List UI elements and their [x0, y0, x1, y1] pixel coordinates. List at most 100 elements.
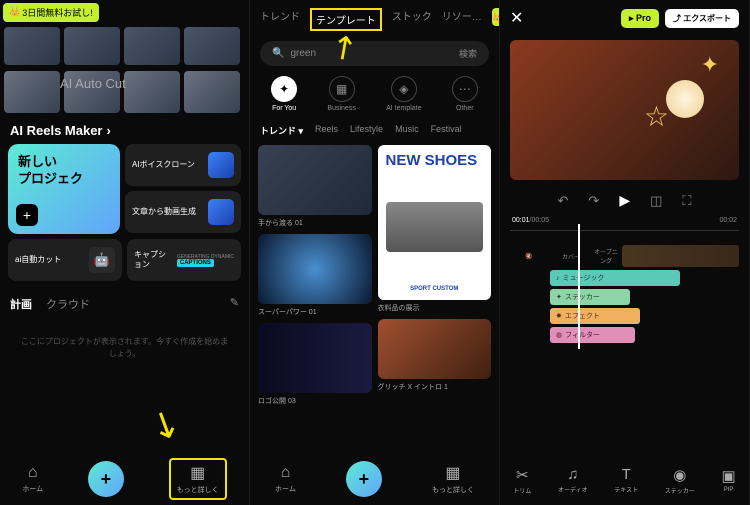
track-effect[interactable]: ✸エフェクト — [550, 308, 640, 324]
cat-ai[interactable]: ◈AI template — [386, 76, 421, 112]
fab-create[interactable]: + — [88, 461, 124, 497]
playhead[interactable] — [578, 224, 580, 349]
filter-festival[interactable]: Festival — [431, 124, 462, 137]
edit-icon[interactable]: ✎ — [230, 296, 239, 312]
template-item[interactable]: ロゴ公開 03 — [258, 323, 372, 406]
cat-foryou[interactable]: ✦For You — [271, 76, 297, 112]
redo-icon[interactable]: ↷ — [588, 193, 599, 209]
thumb[interactable] — [124, 27, 180, 65]
chevron-right-icon: › — [107, 123, 111, 138]
nav-home[interactable]: ⌂ホーム — [22, 464, 43, 494]
plus-icon[interactable]: + — [16, 204, 38, 226]
filter-reels[interactable]: Reels — [315, 124, 338, 137]
project-tabs: 計画 クラウド ✎ — [0, 286, 249, 322]
search-value: green — [290, 48, 316, 59]
thumb[interactable] — [124, 71, 180, 113]
ai-auto-label: AI Auto Cut — [60, 76, 126, 91]
star-icon: ☆ — [644, 100, 669, 133]
search-bar[interactable]: 🔍 green 検索 — [260, 41, 489, 66]
templates-pane: トレンド テンプレート ストック リソー… 👑 🔍 green 検索 ✦For … — [250, 0, 500, 505]
template-grid: 手から渡る 01 スーパーパワー 01 ロゴ公開 03 NEW SHOES SP… — [250, 145, 499, 406]
template-item[interactable]: スーパーパワー 01 — [258, 234, 372, 317]
nav-home[interactable]: ⌂ホーム — [275, 464, 296, 494]
crown-icon[interactable]: 👑 — [492, 8, 499, 26]
thumb[interactable] — [64, 27, 120, 65]
tab-resource[interactable]: リソー… — [442, 8, 482, 31]
crop-icon[interactable]: ◫ — [650, 193, 662, 209]
editor-toolbar: ✂トリム ♫オーディオ Tテキスト ◉ステッカー ▣PIP — [500, 455, 749, 505]
editor-pane: ✕ ▸ Pro ⤴ エクスポート ✦ ☆ ↶ ↷ ▶ ◫ ⛶ 00:01/00:… — [500, 0, 750, 505]
empty-message: ここにプロジェクトが表示されます。今すぐ作成を始めましょう。 — [0, 322, 249, 374]
thumb[interactable] — [184, 27, 240, 65]
search-icon: 🔍 — [272, 48, 284, 59]
track-sticker[interactable]: ✦ステッカー — [550, 289, 630, 305]
tool-auto-cut[interactable]: ai自動カット🤖 — [8, 239, 122, 281]
tab-trend[interactable]: トレンド — [260, 8, 300, 31]
track-filter[interactable]: ◍フィルター — [550, 327, 635, 343]
nav-more[interactable]: ▦もっと詳しく — [169, 458, 227, 500]
close-icon[interactable]: ✕ — [510, 8, 523, 28]
fullscreen-icon[interactable]: ⛶ — [682, 193, 691, 209]
template-item[interactable]: グリッチ X イントロ 1 — [378, 319, 492, 392]
time-display: 00:01/00:0500:02 — [500, 217, 749, 224]
new-project-card[interactable]: 新しい プロジェク + — [8, 144, 120, 234]
tool-audio[interactable]: ♫オーディオ — [558, 466, 588, 494]
mute-icon[interactable]: 🔇 — [510, 253, 548, 260]
thumb[interactable] — [184, 71, 240, 113]
categories: ✦For You ▦Business ◈AI template ⋯Other — [250, 72, 499, 116]
arrow-annotation: ↘ — [143, 399, 188, 450]
thumbs-row: AI Auto Cut — [0, 71, 249, 113]
ruler — [510, 230, 739, 242]
cat-other[interactable]: ⋯Other — [452, 76, 478, 112]
text-icon — [208, 199, 234, 225]
cover-label[interactable]: カバー — [552, 252, 590, 261]
editor-header: ✕ ▸ Pro ⤴ エクスポート — [500, 0, 749, 36]
tab-stock[interactable]: ストック — [392, 8, 432, 31]
home-icon: ⌂ — [281, 464, 291, 482]
filters: トレンド ▾ Reels Lifestyle Music Festival — [250, 116, 499, 145]
tool-voice-clone[interactable]: AIボイスクローン — [125, 144, 241, 186]
thumb[interactable] — [4, 27, 60, 65]
sun-graphic — [666, 80, 704, 118]
template-item[interactable]: 手から渡る 01 — [258, 145, 372, 228]
tool-pip[interactable]: ▣PIP — [721, 467, 735, 493]
bottom-nav: ⌂ホーム + ▦もっと詳しく — [0, 453, 249, 505]
playback-controls: ↶ ↷ ▶ ◫ ⛶ — [500, 184, 749, 217]
home-icon: ⌂ — [28, 464, 38, 482]
filter-lifestyle[interactable]: Lifestyle — [350, 124, 383, 137]
export-button[interactable]: ⤴ エクスポート — [665, 9, 739, 28]
section-title: AI Reels Maker › — [0, 113, 249, 144]
tab-cloud[interactable]: クラウド — [46, 296, 90, 312]
nav-more[interactable]: ▦もっと詳しく — [432, 463, 474, 495]
templates-icon: ▦ — [190, 463, 205, 483]
play-icon[interactable]: ▶ — [619, 192, 630, 209]
search-button[interactable]: 検索 — [459, 47, 477, 60]
thumb[interactable] — [4, 71, 60, 113]
template-item[interactable]: NEW SHOES SPORT CUSTOM 衣料品の展示 — [378, 145, 492, 313]
bottom-nav: ⌂ホーム + ▦もっと詳しく — [250, 453, 499, 505]
track-music[interactable]: ♪ミュージック — [550, 270, 680, 286]
cat-business[interactable]: ▦Business — [327, 76, 355, 112]
video-clip[interactable] — [622, 245, 739, 267]
undo-icon[interactable]: ↶ — [558, 193, 569, 209]
tool-text-to-video[interactable]: 文章から動画生成 — [125, 191, 241, 233]
tool-text[interactable]: Tテキスト — [614, 466, 638, 494]
filter-music[interactable]: Music — [395, 124, 419, 137]
templates-icon: ▦ — [445, 463, 460, 483]
video-preview[interactable]: ✦ ☆ — [510, 40, 739, 180]
tool-captions[interactable]: キャプションGENERATING DYNAMICCAPTIONS — [127, 239, 241, 281]
sparkle-icon: ✦ — [701, 52, 719, 78]
robot-icon: 🤖 — [89, 247, 115, 273]
top-tabs: トレンド テンプレート ストック リソー… 👑 — [250, 0, 499, 35]
timeline[interactable]: 🔇 カバー オープニング ♪ミュージック ✦ステッカー ✸エフェクト ◍フィルタ… — [500, 224, 749, 349]
fab-create[interactable]: + — [346, 461, 382, 497]
trial-badge[interactable]: 👑 3日間無料お試し! — [3, 3, 99, 22]
home-pane: 👑 3日間無料お試し! AI Auto Cut AI Reels Maker ›… — [0, 0, 250, 505]
tool-sticker[interactable]: ◉ステッカー — [665, 466, 695, 495]
pro-button[interactable]: ▸ Pro — [621, 9, 659, 28]
filter-trend[interactable]: トレンド ▾ — [260, 124, 303, 137]
tab-plan[interactable]: 計画 — [10, 296, 32, 312]
tool-trim[interactable]: ✂トリム — [513, 466, 531, 495]
top-thumbs — [0, 27, 249, 65]
opening-label[interactable]: オープニング — [594, 247, 618, 265]
